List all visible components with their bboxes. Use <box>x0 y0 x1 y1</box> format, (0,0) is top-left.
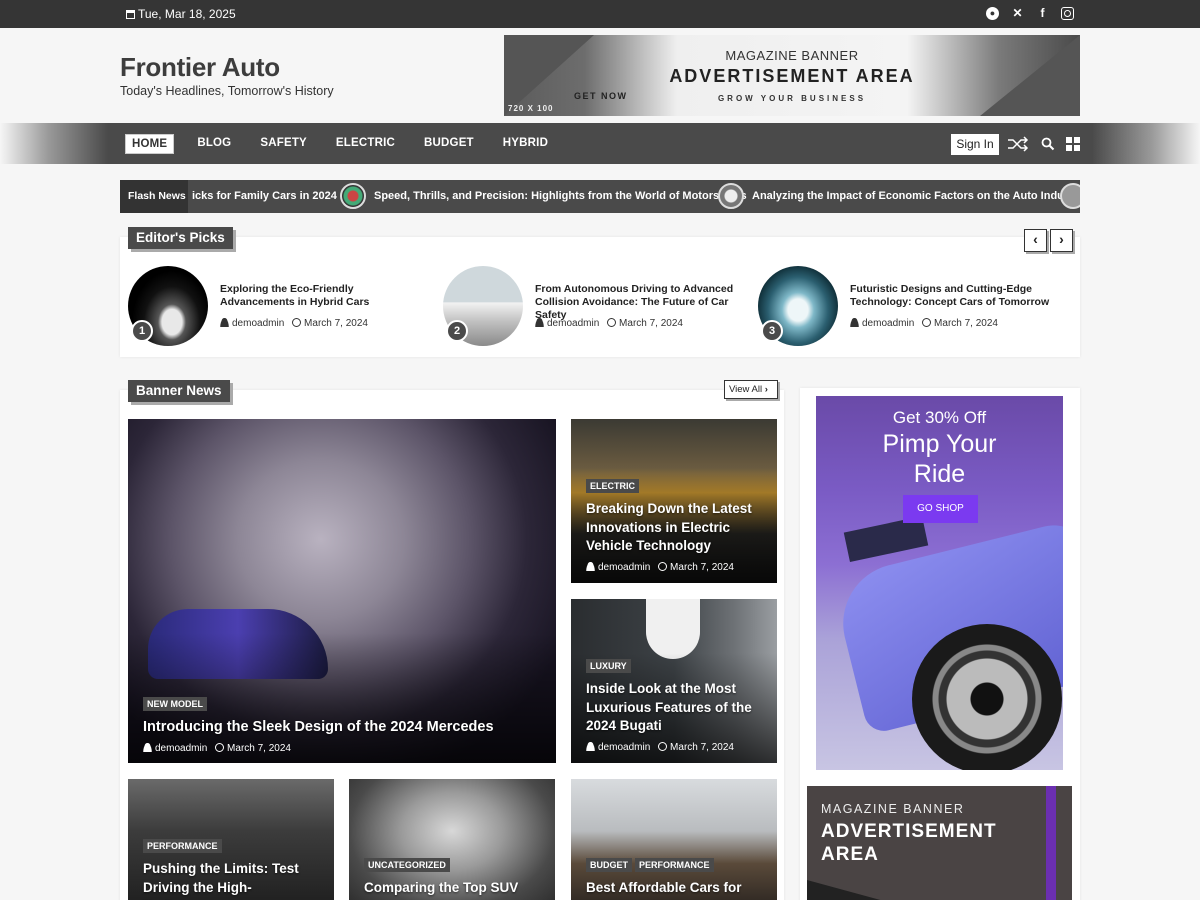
current-date: Tue, Mar 18, 2025 <box>126 7 236 21</box>
search-icon[interactable] <box>1041 137 1055 151</box>
article-title[interactable]: Exploring the Eco-Friendly Advancements … <box>220 283 430 309</box>
category-badge[interactable]: BUDGET <box>586 858 632 872</box>
nav-item-hybrid[interactable]: HYBRID <box>497 134 554 154</box>
ad-cta: GET NOW <box>574 91 628 101</box>
wheel-image <box>912 624 1062 770</box>
ticker-thumbnail <box>1060 183 1080 209</box>
header-advertisement[interactable]: MAGAZINE BANNER ADVERTISEMENT AREA GROW … <box>504 35 1080 116</box>
rank-badge: 1 <box>131 320 153 342</box>
user-icon <box>220 318 229 327</box>
flash-news-ticker: icks for Family Cars in 2024 Speed, Thri… <box>120 180 1080 213</box>
clock-icon <box>292 318 302 327</box>
go-shop-button[interactable]: GO SHOP <box>903 495 978 523</box>
article-meta: demoadmin March 7, 2024 <box>220 318 368 329</box>
nav-item-safety[interactable]: SAFETY <box>254 134 313 154</box>
social-links: ● ✕ f <box>986 7 1074 20</box>
clock-icon <box>607 318 617 327</box>
banner-news-card[interactable]: LUXURY Inside Look at the Most Luxurious… <box>571 599 777 763</box>
ticker-thumbnail <box>340 183 366 209</box>
main-navigation: HOME BLOG SAFETY ELECTRIC BUDGET HYBRID … <box>0 123 1200 164</box>
x-icon[interactable]: ✕ <box>1011 7 1024 20</box>
clock-icon <box>658 561 668 571</box>
chevron-right-icon: › <box>764 384 768 395</box>
article-title[interactable]: Pushing the Limits: Test Driving the Hig… <box>143 860 324 900</box>
category-badge[interactable]: PERFORMANCE <box>143 839 222 853</box>
rank-badge: 2 <box>446 320 468 342</box>
article-title[interactable]: Breaking Down the Latest Innovations in … <box>586 500 767 556</box>
editors-picks-title: Editor's Picks <box>128 227 233 249</box>
instagram-icon[interactable] <box>1061 7 1074 20</box>
view-all-button[interactable]: View All › <box>724 380 778 399</box>
article-title[interactable]: Futuristic Designs and Cutting-Edge Tech… <box>850 283 1060 309</box>
clock-icon <box>658 741 668 751</box>
article-meta: demoadmin March 7, 2024 <box>143 742 546 754</box>
user-icon <box>143 742 152 752</box>
sidebar-advertisement[interactable]: MAGAZINE BANNER ADVERTISEMENT AREA <box>807 786 1072 900</box>
flash-news-label: Flash News <box>120 180 188 213</box>
site-tagline: Today's Headlines, Tomorrow's History <box>120 84 334 98</box>
article-meta: demoadmin March 7, 2024 <box>586 561 767 573</box>
article-meta: demoadmin March 7, 2024 <box>535 318 683 329</box>
ad-size: 720 X 100 <box>508 104 554 113</box>
category-badge[interactable]: NEW MODEL <box>143 697 207 711</box>
ad-line-1: MAGAZINE BANNER <box>725 48 859 63</box>
nav-item-electric[interactable]: ELECTRIC <box>330 134 401 154</box>
ad-line-2: ADVERTISEMENT AREA <box>669 66 915 86</box>
category-badge[interactable]: LUXURY <box>586 659 631 673</box>
promo-advertisement[interactable]: Get 30% Off Pimp Your Ride GO SHOP <box>816 396 1063 770</box>
rank-badge: 3 <box>761 320 783 342</box>
prev-button[interactable]: ‹ <box>1024 229 1047 252</box>
user-icon <box>850 318 859 327</box>
nav-item-home[interactable]: HOME <box>125 134 175 154</box>
shuffle-icon[interactable] <box>1007 136 1029 152</box>
facebook-icon[interactable]: f <box>1036 7 1049 20</box>
category-badge[interactable]: PERFORMANCE <box>635 858 714 872</box>
clock-icon <box>922 318 932 327</box>
banner-news-card[interactable]: UNCATEGORIZED Comparing the Top SUV Mode… <box>349 779 555 900</box>
user-icon <box>535 318 544 327</box>
user-icon <box>586 741 595 751</box>
site-title[interactable]: Frontier Auto <box>120 52 280 83</box>
reddit-icon[interactable]: ● <box>986 7 999 20</box>
banner-news-title: Banner News <box>128 380 230 402</box>
promo-discount: Get 30% Off <box>892 408 987 427</box>
calendar-icon <box>126 10 135 19</box>
category-badge[interactable]: ELECTRIC <box>586 479 639 493</box>
ticker-item[interactable]: icks for Family Cars in 2024 <box>192 180 337 213</box>
ticker-thumbnail <box>718 183 744 209</box>
promo-headline: Pimp Your Ride <box>882 430 997 488</box>
article-title[interactable]: From Autonomous Driving to Advanced Coll… <box>535 283 745 322</box>
article-title[interactable]: Best Affordable Cars for 2024: Quality o… <box>586 879 767 900</box>
ticker-item[interactable]: Speed, Thrills, and Precision: Highlight… <box>374 180 747 213</box>
main-banner-card[interactable]: NEW MODEL Introducing the Sleek Design o… <box>128 419 556 763</box>
category-badge[interactable]: UNCATEGORIZED <box>364 858 450 872</box>
logo-image <box>646 599 700 659</box>
banner-news-card[interactable]: PERFORMANCE Pushing the Limits: Test Dri… <box>128 779 334 900</box>
next-button[interactable]: › <box>1050 229 1073 252</box>
sign-in-button[interactable]: Sign In <box>951 134 999 155</box>
article-title[interactable]: Introducing the Sleek Design of the 2024… <box>143 718 546 737</box>
nav-item-budget[interactable]: BUDGET <box>418 134 480 154</box>
grid-menu-icon[interactable] <box>1066 137 1080 151</box>
banner-news-card[interactable]: BUDGET PERFORMANCE Best Affordable Cars f… <box>571 779 777 900</box>
user-icon <box>586 561 595 571</box>
ticker-item[interactable]: Analyzing the Impact of Economic Factors… <box>752 180 1080 213</box>
nav-item-blog[interactable]: BLOG <box>191 134 237 154</box>
article-title[interactable]: Comparing the Top SUV Models of 2024 <box>364 879 545 900</box>
top-bar: Tue, Mar 18, 2025 ● ✕ f <box>0 0 1200 28</box>
article-meta: demoadmin March 7, 2024 <box>586 741 767 753</box>
article-title[interactable]: Inside Look at the Most Luxurious Featur… <box>586 680 767 736</box>
ad-line-1: MAGAZINE BANNER <box>821 802 965 816</box>
banner-news-card[interactable]: ELECTRIC Breaking Down the Latest Innova… <box>571 419 777 583</box>
clock-icon <box>215 742 225 752</box>
ad-line-2: ADVERTISEMENT AREA <box>821 821 997 865</box>
article-meta: demoadmin March 7, 2024 <box>850 318 998 329</box>
